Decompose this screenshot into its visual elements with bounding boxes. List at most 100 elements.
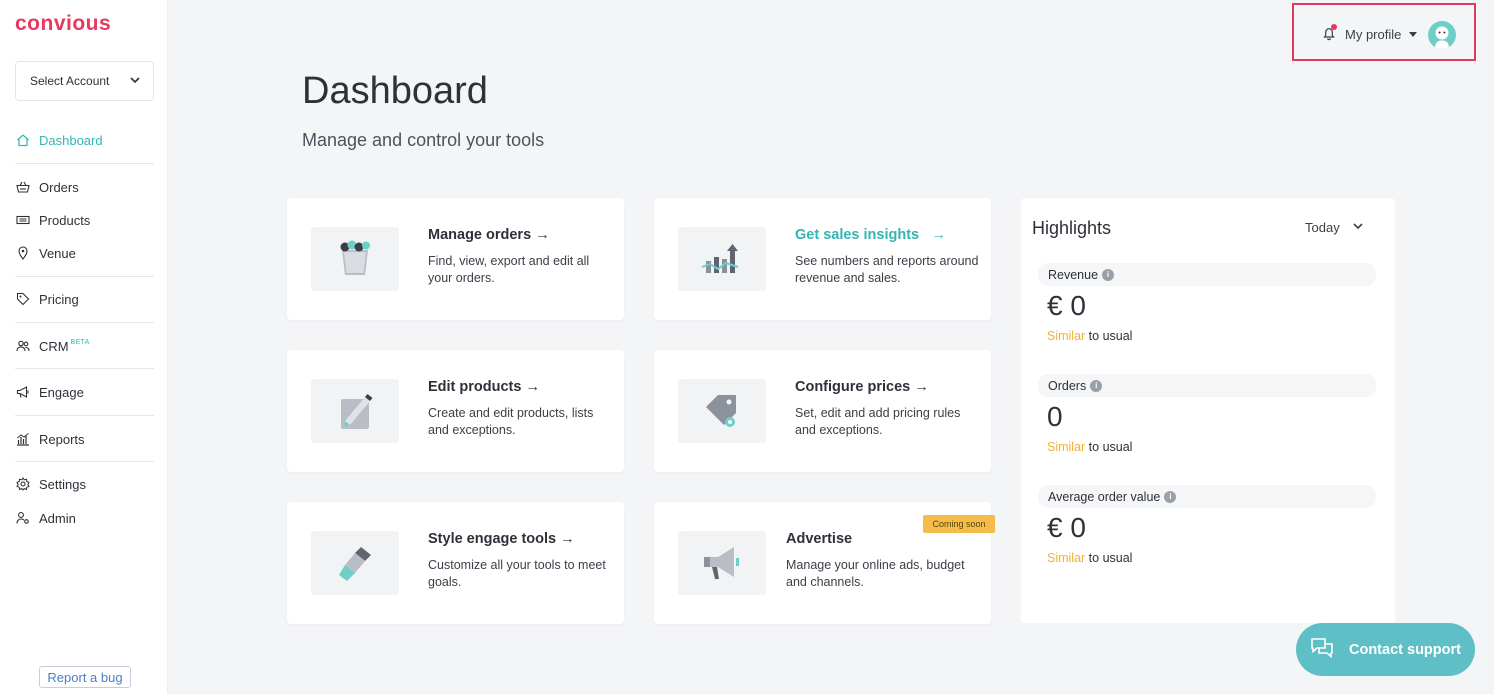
notification-dot <box>1331 24 1337 30</box>
chart-icon <box>15 431 31 447</box>
sidebar-item-label: Products <box>39 212 91 228</box>
card-description: Find, view, export and edit all your ord… <box>428 254 590 285</box>
user-gear-icon <box>15 510 31 526</box>
metric-compare: Similar to usual <box>1047 551 1133 565</box>
sidebar-item-label: Pricing <box>39 291 79 307</box>
sidebar-divider <box>15 415 154 416</box>
tag-icon <box>15 291 31 307</box>
sidebar-item-label: Engage <box>39 384 84 400</box>
sidebar-divider <box>15 276 154 277</box>
my-profile-menu[interactable]: My profile <box>1345 27 1401 42</box>
home-icon <box>15 132 31 148</box>
info-icon[interactable]: i <box>1090 379 1103 392</box>
arrow-right-icon: → <box>931 227 946 243</box>
paintbrush-illustration-icon <box>311 531 399 595</box>
metric-label-orders: Orders i <box>1038 374 1376 397</box>
metric-compare: Similar to usual <box>1047 329 1133 343</box>
card-edit-products[interactable]: Edit products → Create and edit products… <box>287 350 624 472</box>
report-bug-button[interactable]: Report a bug <box>39 666 131 688</box>
chevron-down-icon <box>129 74 141 89</box>
sidebar-divider <box>15 163 154 164</box>
highlights-title: Highlights <box>1032 218 1112 238</box>
users-icon <box>15 338 31 354</box>
card-description: Customize all your tools to meet goals. <box>428 558 606 589</box>
sidebar-item-venue[interactable]: Venue <box>15 242 154 264</box>
metric-label-revenue: Revenue i <box>1038 263 1376 286</box>
card-title: Style engage tools → <box>428 531 575 547</box>
account-select-label: Select Account <box>30 74 110 88</box>
convious-logo[interactable]: convious <box>15 12 111 36</box>
period-label: Today <box>1305 220 1340 235</box>
sidebar-item-label: Admin <box>39 510 76 526</box>
notification-bell-icon[interactable] <box>1321 24 1337 41</box>
metric-value-orders: 0 <box>1047 401 1063 432</box>
card-description: Create and edit products, lists and exce… <box>428 406 594 437</box>
avatar[interactable] <box>1428 21 1456 49</box>
period-select[interactable]: Today <box>1305 220 1364 235</box>
sidebar-item-pricing[interactable]: Pricing <box>15 288 154 310</box>
info-icon[interactable]: i <box>1102 268 1115 281</box>
arrow-right-icon: → <box>560 531 575 547</box>
sidebar-item-crm[interactable]: CRM BETA <box>15 335 154 357</box>
sidebar-item-products[interactable]: Products <box>15 209 154 231</box>
info-icon[interactable]: i <box>1164 490 1177 503</box>
sidebar-item-reports[interactable]: Reports <box>15 428 154 450</box>
sidebar-item-admin[interactable]: Admin <box>15 507 154 529</box>
ticket-icon <box>15 212 31 228</box>
card-title: Get sales insights → <box>795 227 946 243</box>
page-title: Dashboard <box>302 70 488 112</box>
card-sales-insights[interactable]: Get sales insights → See numbers and rep… <box>654 198 991 320</box>
edit-pencil-illustration-icon <box>311 379 399 443</box>
chat-icon <box>1296 637 1349 663</box>
gear-icon <box>15 476 31 492</box>
contact-support-label: Contact support <box>1349 641 1461 658</box>
sidebar-item-dashboard[interactable]: Dashboard <box>15 129 154 151</box>
sidebar-divider <box>15 368 154 369</box>
highlights-panel: Highlights Today Revenue i € 0 Similar to… <box>1021 198 1395 623</box>
sidebar-item-label: Settings <box>39 476 86 492</box>
card-title: Advertise <box>786 531 853 547</box>
card-advertise[interactable]: Advertise Manage your online ads, budget… <box>654 502 995 624</box>
card-manage-orders[interactable]: Manage orders → Find, view, export and e… <box>287 198 624 320</box>
metric-compare: Similar to usual <box>1047 440 1133 454</box>
card-title: Manage orders → <box>428 227 550 243</box>
sidebar-item-orders[interactable]: Orders <box>15 176 154 198</box>
arrow-right-icon: → <box>914 379 929 395</box>
location-pin-icon <box>15 245 31 261</box>
card-description: See numbers and reports around revenue a… <box>795 254 979 285</box>
sidebar-item-label: Orders <box>39 179 79 195</box>
sidebar-item-label: Dashboard <box>39 132 103 148</box>
price-tag-illustration-icon <box>678 379 766 443</box>
basket-icon <box>15 179 31 195</box>
card-style-engage-tools[interactable]: Style engage tools → Customize all your … <box>287 502 624 624</box>
card-description: Manage your online ads, budget and chann… <box>786 558 965 589</box>
orders-illustration-icon <box>311 227 399 291</box>
sidebar-item-engage[interactable]: Engage <box>15 381 154 403</box>
metric-value-average-order-value: € 0 <box>1047 512 1086 543</box>
metric-value-revenue: € 0 <box>1047 290 1086 321</box>
metric-label-average-order-value: Average order value i <box>1038 485 1376 508</box>
sidebar-item-label: CRM <box>39 338 69 354</box>
sidebar-item-settings[interactable]: Settings <box>15 473 154 495</box>
sidebar: convious Select Account Dashboard Orders… <box>0 0 168 694</box>
megaphone-icon <box>15 384 31 400</box>
megaphone-illustration-icon <box>678 531 766 595</box>
arrow-right-icon: → <box>535 227 550 243</box>
card-title: Edit products → <box>428 379 540 395</box>
chevron-down-icon <box>1340 220 1364 235</box>
profile-area: My profile <box>1292 3 1476 61</box>
sales-chart-illustration-icon <box>678 227 766 291</box>
page-subtitle: Manage and control your tools <box>302 130 545 150</box>
card-description: Set, edit and add pricing rules and exce… <box>795 406 961 437</box>
sidebar-divider <box>15 322 154 323</box>
beta-badge: BETA <box>70 338 90 346</box>
sidebar-item-label: Reports <box>39 431 85 447</box>
contact-support-button[interactable]: Contact support <box>1296 623 1475 676</box>
sidebar-item-label: Venue <box>39 245 76 261</box>
coming-soon-badge: Coming soon <box>923 515 995 533</box>
card-title: Configure prices → <box>795 379 929 395</box>
arrow-right-icon: → <box>525 379 540 395</box>
card-configure-prices[interactable]: Configure prices → Set, edit and add pri… <box>654 350 991 472</box>
caret-down-icon[interactable] <box>1409 32 1417 37</box>
account-select[interactable]: Select Account <box>15 61 154 101</box>
